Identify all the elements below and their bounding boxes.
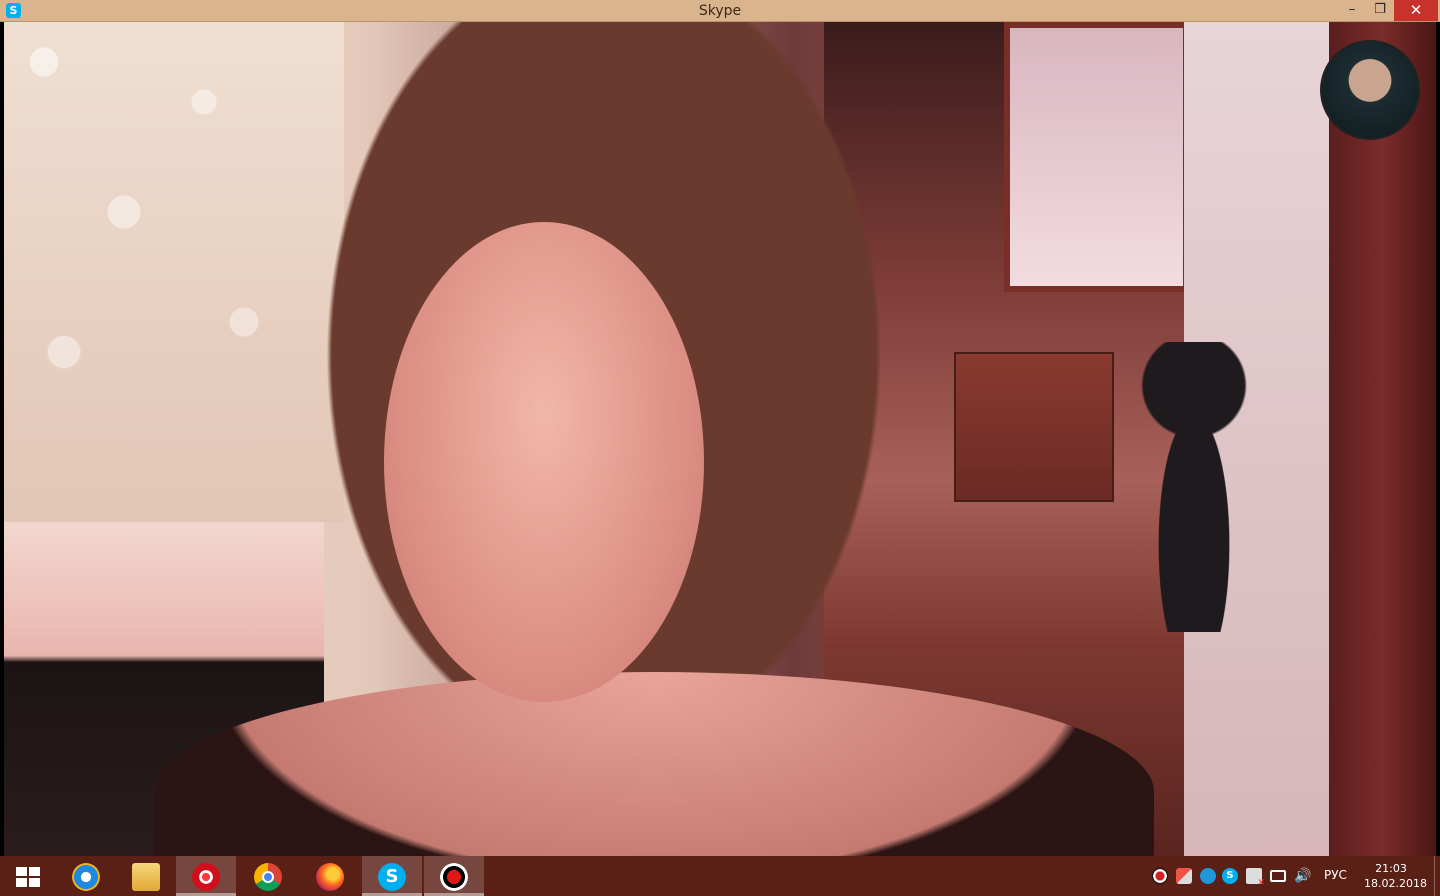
taskbar-item-opera[interactable] (176, 856, 236, 896)
close-button[interactable]: ✕ (1394, 0, 1438, 21)
clock-date: 18.02.2018 (1364, 877, 1427, 890)
language-indicator[interactable]: РУС (1324, 868, 1347, 882)
maximize-button[interactable]: ❐ (1366, 0, 1394, 21)
taskbar: S S 🔊 РУС 21:03 18.02.2018 (0, 856, 1440, 896)
tray-status-icon[interactable] (1200, 868, 1216, 884)
opera-icon (192, 863, 220, 891)
window-title: Skype (698, 3, 742, 19)
video-background-drawer (954, 352, 1114, 502)
taskbar-item-firefox[interactable] (300, 856, 360, 896)
firefox-icon (316, 863, 344, 891)
taskbar-item-skype[interactable]: S (362, 856, 422, 896)
video-background-cat-statue (1139, 342, 1249, 632)
window-titlebar[interactable]: S Skype – ❐ ✕ (0, 0, 1440, 22)
tray-action-center-icon[interactable] (1246, 868, 1265, 888)
taskbar-item-file-explorer[interactable] (116, 856, 176, 896)
file-explorer-icon (132, 863, 160, 891)
remote-participant-face (384, 222, 704, 702)
video-background-shelf (1004, 22, 1189, 292)
video-background-curtain (1329, 22, 1436, 856)
clock-time: 21:03 (1375, 862, 1407, 875)
self-view-avatar[interactable] (1320, 40, 1420, 140)
taskbar-item-screen-recorder[interactable] (424, 856, 484, 896)
tray-volume-icon[interactable]: 🔊 (1294, 868, 1311, 884)
taskbar-item-chrome[interactable] (238, 856, 298, 896)
internet-explorer-icon (72, 863, 100, 891)
taskbar-item-internet-explorer[interactable] (56, 856, 116, 896)
tray-clock[interactable]: 21:03 18.02.2018 (1364, 861, 1427, 891)
screen-recorder-icon (440, 863, 468, 891)
show-desktop-button[interactable] (1434, 856, 1440, 896)
remote-participant-video[interactable] (4, 22, 1436, 856)
minimize-button[interactable]: – (1338, 0, 1366, 21)
tray-record-icon[interactable] (1152, 868, 1168, 884)
tray-network-tool-icon[interactable] (1176, 868, 1192, 884)
tray-skype-icon[interactable]: S (1222, 868, 1238, 884)
skype-icon: S (378, 863, 406, 891)
start-button[interactable] (0, 856, 56, 896)
tray-network-icon[interactable] (1270, 870, 1286, 882)
system-tray: S 🔊 (1150, 856, 1330, 896)
chrome-icon (254, 863, 282, 891)
windows-logo-icon (16, 867, 40, 887)
